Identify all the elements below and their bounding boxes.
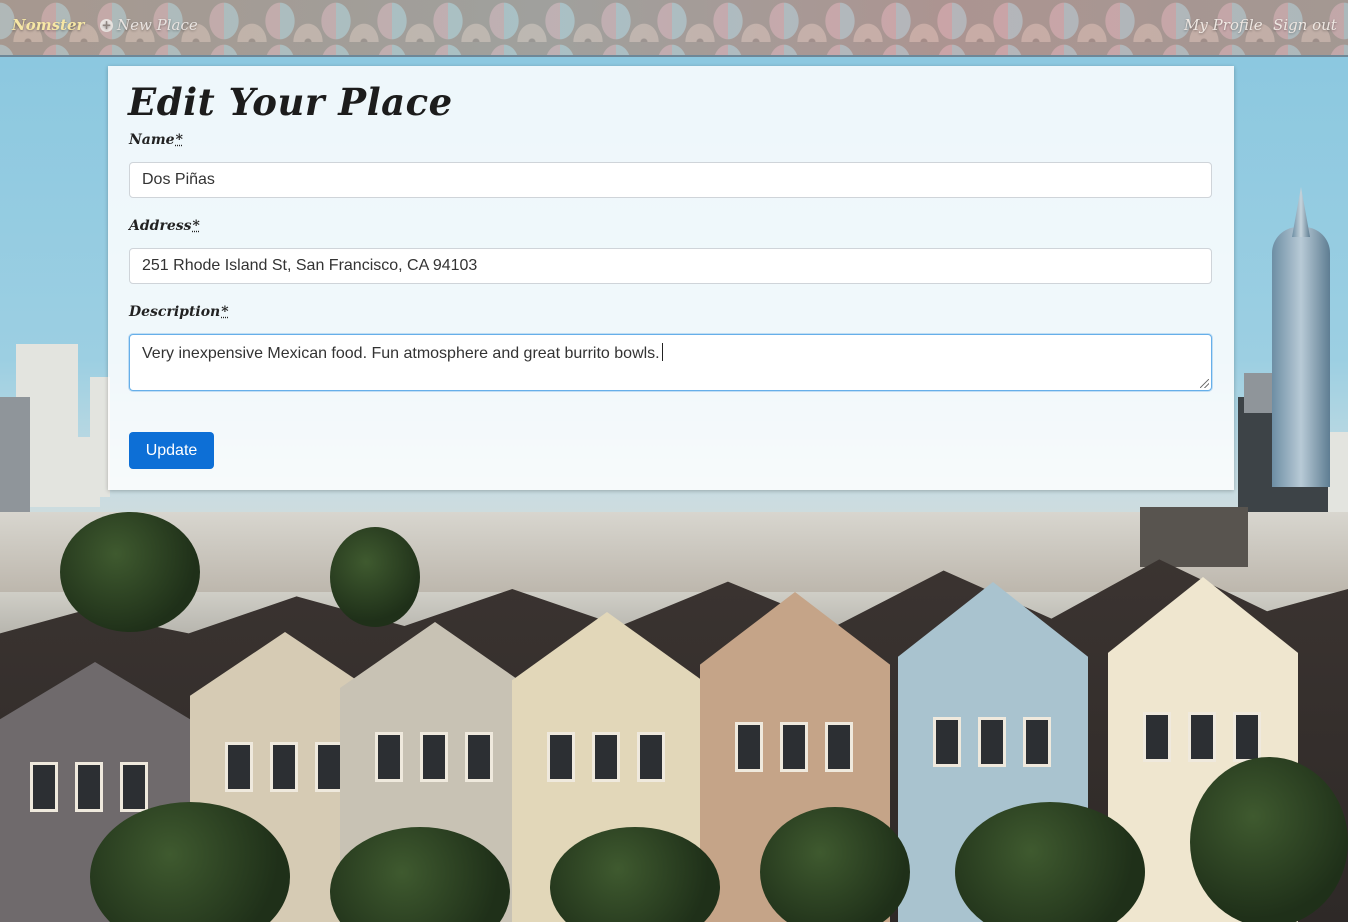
sign-out-link[interactable]: Sign out [1273,16,1337,34]
skyline-building [1244,373,1274,413]
name-input[interactable]: Dos Piñas [129,162,1212,198]
my-profile-link[interactable]: My Profile [1184,16,1263,34]
skyline-building [1140,507,1248,567]
skyline-building [1328,432,1348,512]
required-marker: * [192,218,200,234]
new-place-link[interactable]: + New Place [100,16,198,34]
tree [60,512,200,632]
page-title: Edit Your Place [128,80,453,124]
description-label: Description* [129,304,229,320]
tree [330,527,420,627]
update-button[interactable]: Update [129,432,214,469]
brand-link[interactable]: Nomster [12,16,84,34]
navbar: Nomster + New Place My Profile Sign out [0,0,1348,57]
skyline-building [30,437,100,507]
edit-place-form: Edit Your Place Name* Dos Piñas Address*… [108,66,1234,490]
text-caret [661,343,663,361]
address-label: Address* [129,218,200,234]
plus-circle-icon: + [100,18,113,32]
required-marker: * [175,132,183,148]
address-input[interactable]: 251 Rhode Island St, San Francisco, CA 9… [129,248,1212,284]
required-marker: * [221,304,229,320]
resize-handle[interactable] [1200,379,1209,388]
description-text: Very inexpensive Mexican food. Fun atmos… [142,345,660,362]
salesforce-tower [1272,227,1330,487]
description-textarea[interactable]: Very inexpensive Mexican food. Fun atmos… [129,334,1212,391]
name-label: Name* [129,132,183,148]
new-place-label: New Place [117,16,198,34]
tree [1190,757,1348,922]
